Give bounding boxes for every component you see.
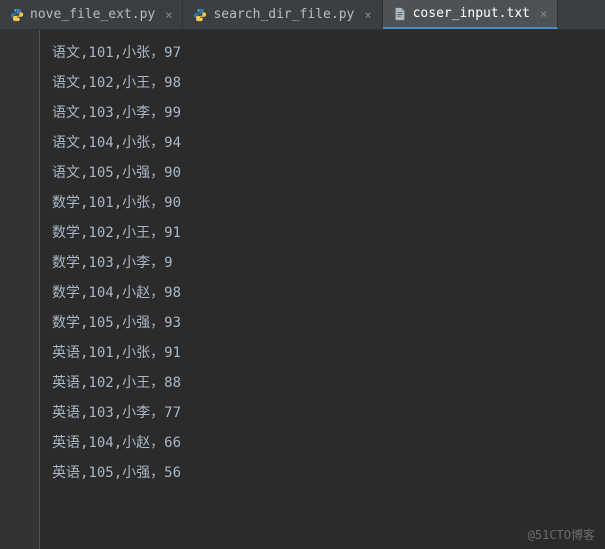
close-icon[interactable]: × [165, 8, 172, 22]
tab-bar: nove_file_ext.py × search_dir_file.py × … [0, 0, 605, 30]
text-line: 英语,105,小强，56 [52, 458, 605, 488]
close-icon[interactable]: × [540, 7, 547, 21]
text-line: 语文,101,小张，97 [52, 38, 605, 68]
text-line: 英语,103,小李，77 [52, 398, 605, 428]
text-line: 英语,101,小张，91 [52, 338, 605, 368]
text-line: 英语,104,小赵，66 [52, 428, 605, 458]
text-line: 英语,102,小王，88 [52, 368, 605, 398]
python-icon [193, 8, 207, 22]
text-file-icon [393, 7, 407, 21]
tab-file-3[interactable]: coser_input.txt × [383, 0, 559, 29]
text-line: 数学,105,小强，93 [52, 308, 605, 338]
text-line: 语文,103,小李，99 [52, 98, 605, 128]
close-icon[interactable]: × [364, 8, 371, 22]
text-line: 数学,103,小李，9 [52, 248, 605, 278]
text-line: 语文,105,小强，90 [52, 158, 605, 188]
text-line: 语文,104,小张，94 [52, 128, 605, 158]
tab-label: coser_input.txt [413, 6, 530, 21]
tab-label: nove_file_ext.py [30, 7, 155, 22]
gutter [0, 30, 40, 549]
text-line: 数学,102,小王，91 [52, 218, 605, 248]
text-line: 数学,104,小赵，98 [52, 278, 605, 308]
text-content[interactable]: 语文,101,小张，97 语文,102,小王，98 语文,103,小李，99 语… [40, 30, 605, 549]
python-icon [10, 8, 24, 22]
tab-file-1[interactable]: nove_file_ext.py × [0, 0, 183, 29]
tab-file-2[interactable]: search_dir_file.py × [183, 0, 382, 29]
text-line: 数学,101,小张，90 [52, 188, 605, 218]
text-line: 语文,102,小王，98 [52, 68, 605, 98]
tab-label: search_dir_file.py [213, 7, 354, 22]
editor-area: 语文,101,小张，97 语文,102,小王，98 语文,103,小李，99 语… [0, 30, 605, 549]
